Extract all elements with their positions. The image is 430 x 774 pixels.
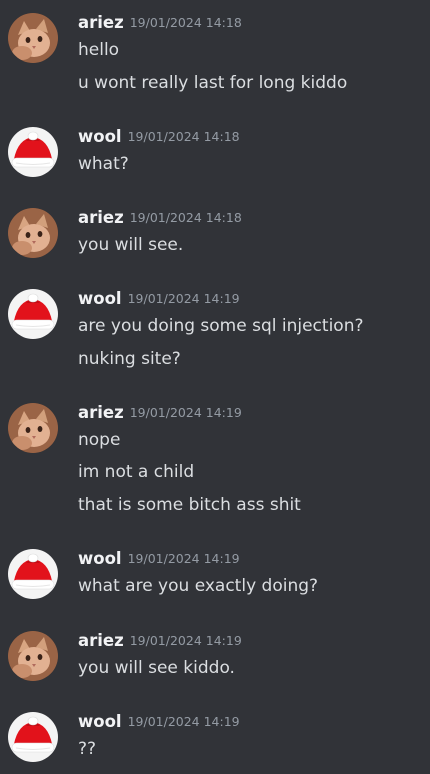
username[interactable]: wool (78, 549, 122, 568)
message-header: ariez 19/01/2024 14:19 (78, 631, 242, 655)
cat-avatar-icon[interactable] (8, 208, 58, 258)
message-text: u wont really last for long kiddo (78, 73, 348, 93)
message-text: you will see. (78, 235, 184, 255)
message-header: wool 19/01/2024 14:18 (78, 127, 240, 151)
username[interactable]: wool (78, 712, 122, 731)
message-header: ariez 19/01/2024 14:18 (78, 208, 242, 232)
timestamp: 19/01/2024 14:19 (129, 405, 242, 420)
message-header: wool 19/01/2024 14:19 (78, 712, 240, 736)
timestamp: 19/01/2024 14:19 (127, 714, 240, 729)
message-text: what are you exactly doing? (78, 576, 319, 596)
cat-avatar-icon[interactable] (8, 403, 58, 453)
username[interactable]: ariez (78, 403, 124, 422)
timestamp: 19/01/2024 14:19 (127, 291, 240, 306)
santa-hat-avatar-icon[interactable] (8, 712, 58, 762)
message-text: im not a child (78, 462, 195, 482)
santa-hat-avatar-icon[interactable] (8, 289, 58, 339)
timestamp: 19/01/2024 14:18 (127, 129, 240, 144)
message-text: are you doing some sql injection? (78, 316, 364, 336)
username[interactable]: wool (78, 289, 122, 308)
timestamp: 19/01/2024 14:19 (127, 551, 240, 566)
santa-hat-avatar-icon[interactable] (8, 549, 58, 599)
message-text: what? (78, 154, 129, 174)
message-header: ariez 19/01/2024 14:19 (78, 403, 242, 427)
message-text: ?? (78, 739, 97, 759)
message-header: wool 19/01/2024 14:19 (78, 289, 240, 313)
message-text: you will see kiddo. (78, 658, 235, 678)
timestamp: 19/01/2024 14:19 (129, 633, 242, 648)
santa-hat-avatar-icon[interactable] (8, 127, 58, 177)
username[interactable]: ariez (78, 631, 124, 650)
username[interactable]: wool (78, 127, 122, 146)
timestamp: 19/01/2024 14:18 (129, 210, 242, 225)
username[interactable]: ariez (78, 13, 124, 32)
message-header: ariez 19/01/2024 14:18 (78, 13, 242, 37)
message-text: nuking site? (78, 349, 181, 369)
message-text: nope (78, 430, 121, 450)
message-text: hello (78, 40, 120, 60)
cat-avatar-icon[interactable] (8, 631, 58, 681)
message-header: wool 19/01/2024 14:19 (78, 549, 240, 573)
username[interactable]: ariez (78, 208, 124, 227)
cat-avatar-icon[interactable] (8, 13, 58, 63)
timestamp: 19/01/2024 14:18 (129, 15, 242, 30)
message-text: that is some bitch ass shit (78, 495, 301, 515)
